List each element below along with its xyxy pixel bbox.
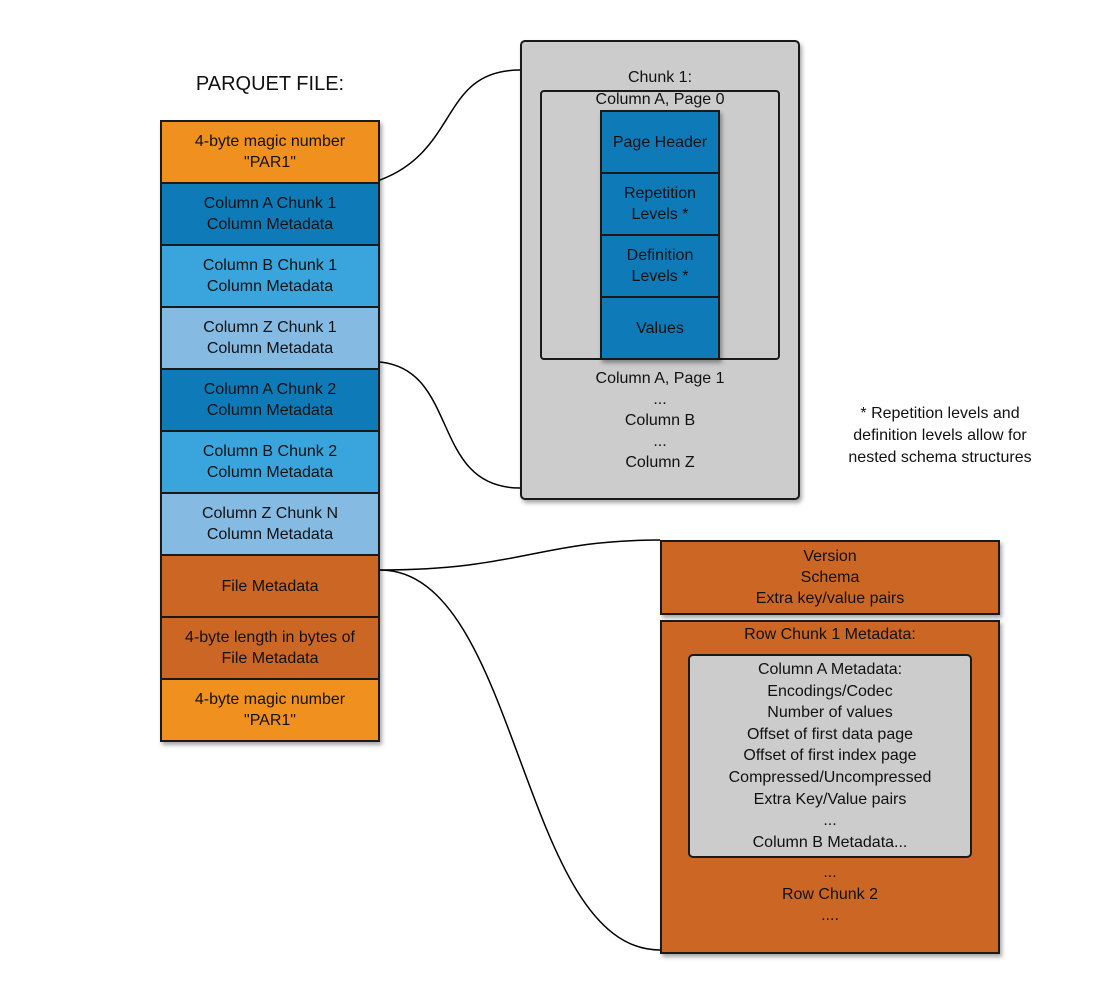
metadata-field: Schema xyxy=(800,569,860,586)
footnote: * Repetition levels and definition levels… xyxy=(815,403,1065,469)
page-part-sublabel: Levels * xyxy=(631,268,689,285)
block-sublabel: Column Metadata xyxy=(206,216,334,233)
block-sublabel: File Metadata xyxy=(221,650,319,667)
block-sublabel: Column Metadata xyxy=(206,526,334,543)
chunk-list-item: ... xyxy=(653,433,667,450)
block-sublabel: Column Metadata xyxy=(206,340,334,357)
block-label: Column Z Chunk N xyxy=(201,505,339,522)
page-part-label: Repetition xyxy=(623,185,697,202)
row-chunk-list-item: ... xyxy=(823,864,837,881)
file-block-col-z: Column Z Chunk N Column Metadata xyxy=(160,492,380,556)
file-block-metadata: File Metadata xyxy=(160,554,380,618)
connector-metadata-top xyxy=(379,539,661,571)
chunk-list-item: ... xyxy=(653,391,667,408)
block-sublabel: Column Metadata xyxy=(206,278,334,295)
page-part-label: Values xyxy=(636,319,684,337)
column-metadata-field: ... xyxy=(823,812,837,830)
row-chunk-list-item: Row Chunk 2 xyxy=(781,885,879,903)
column-metadata-field: Number of values xyxy=(767,704,893,722)
column-metadata-field: Encodings/Codec xyxy=(767,682,893,700)
file-block-col-b: Column B Chunk 2 Column Metadata xyxy=(160,430,380,494)
parquet-diagram: PARQUET FILE: 4-byte magic number "PAR1" C… xyxy=(0,0,1100,994)
connector-chunk1-bottom xyxy=(379,361,521,489)
page-part-sublabel: Levels * xyxy=(631,206,689,223)
block-label: 4-byte magic number xyxy=(194,133,346,150)
file-block-metadata: 4-byte length in bytes of File Metadata xyxy=(160,616,380,680)
column-metadata-field: Offset of first index page xyxy=(743,747,917,765)
page-part-label: Page Header xyxy=(612,133,708,151)
block-label: File Metadata xyxy=(221,577,319,595)
block-sublabel: "PAR1" xyxy=(244,712,296,729)
file-block-magic: 4-byte magic number "PAR1" xyxy=(160,678,380,742)
page-part: Values xyxy=(600,296,720,360)
file-block-col-z: Column Z Chunk 1 Column Metadata xyxy=(160,306,380,370)
chunk-title: Chunk 1: xyxy=(627,69,693,86)
file-block-col-a: Column A Chunk 1 Column Metadata xyxy=(160,182,380,246)
page-part: Definition Levels * xyxy=(600,234,720,298)
metadata-field: Version xyxy=(803,548,857,565)
block-label: Column Z Chunk 1 xyxy=(203,319,337,336)
block-sublabel: "PAR1" xyxy=(244,154,296,171)
connector-metadata-bottom xyxy=(379,569,661,951)
chunk-remaining-list: Column A, Page 1... Column B... Column Z xyxy=(520,368,800,473)
chunk-list-item: Column B xyxy=(624,412,696,429)
block-sublabel: Column Metadata xyxy=(206,402,334,419)
page-title: PARQUET FILE: xyxy=(195,73,345,95)
chunk-list-item: Column A, Page 1 xyxy=(595,370,725,387)
block-label: Column B Chunk 2 xyxy=(202,443,338,460)
block-label: Column A Chunk 2 xyxy=(203,381,337,398)
footnote-line: nested schema structures xyxy=(848,449,1032,466)
file-block-col-a: Column A Chunk 2 Column Metadata xyxy=(160,368,380,432)
file-metadata-header: Version Schema Extra key/value pairs xyxy=(660,540,1000,615)
row-chunk-list-item: .... xyxy=(821,907,839,924)
block-label: 4-byte length in bytes of xyxy=(185,629,355,646)
column-metadata-field: Column B Metadata... xyxy=(752,833,908,851)
block-label: Column B Chunk 1 xyxy=(202,257,338,274)
metadata-field: Extra key/value pairs xyxy=(755,590,905,607)
block-sublabel: Column Metadata xyxy=(206,464,334,481)
parquet-file-stack: 4-byte magic number "PAR1" Column A Chunk … xyxy=(160,120,380,742)
connector-chunk1-top xyxy=(379,69,521,181)
column-metadata-field: Compressed/Uncompressed xyxy=(728,768,932,786)
column-metadata-field: Offset of first data page xyxy=(746,725,914,743)
page-part: Page Header xyxy=(600,110,720,174)
column-metadata-field: Extra Key/Value pairs xyxy=(753,790,907,808)
chunk-list-item: Column Z xyxy=(625,454,695,471)
block-label: 4-byte magic number xyxy=(194,691,346,708)
footnote-line: * Repetition levels and xyxy=(860,405,1020,422)
row-chunk-title: Row Chunk 1 Metadata: xyxy=(744,626,916,643)
page-part: Repetition Levels * xyxy=(600,172,720,236)
file-block-col-b: Column B Chunk 1 Column Metadata xyxy=(160,244,380,308)
page-structure-stack: Page Header Repetition Levels * Definition L… xyxy=(600,110,720,360)
row-chunk-remaining-list: ... Row Chunk 2.... xyxy=(660,862,1000,927)
page-0-label: Column A, Page 0 xyxy=(595,91,725,108)
column-metadata-box: Column A Metadata: Encodings/Codec Number … xyxy=(688,654,972,858)
page-part-label: Definition xyxy=(626,247,694,264)
column-metadata-field: Column A Metadata: xyxy=(757,661,903,678)
block-label: Column A Chunk 1 xyxy=(203,195,337,212)
footnote-line: definition levels allow for xyxy=(853,427,1027,444)
file-block-magic: 4-byte magic number "PAR1" xyxy=(160,120,380,184)
